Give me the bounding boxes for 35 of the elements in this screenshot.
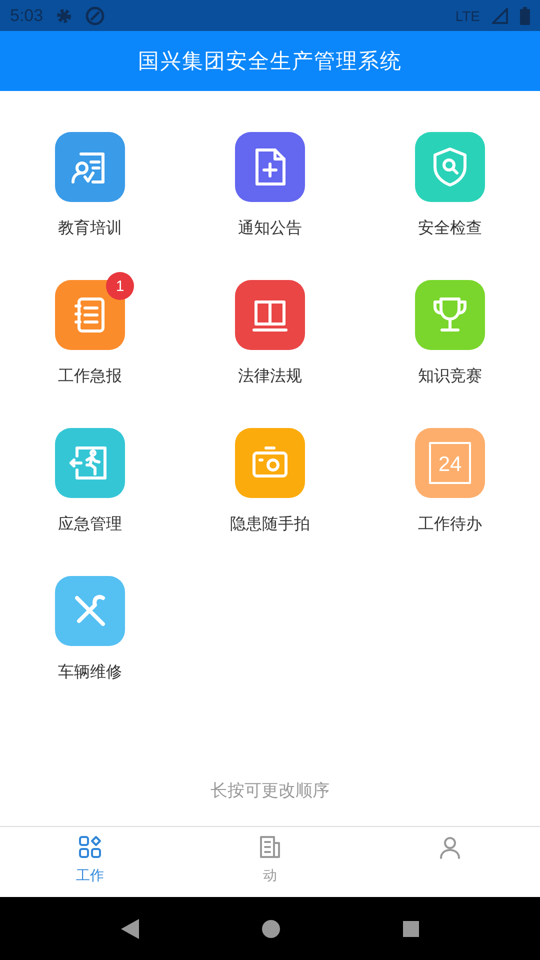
- notification-badge: 1: [106, 272, 134, 300]
- app-tile[interactable]: [235, 132, 305, 202]
- signal-icon: [492, 8, 508, 24]
- app-label: 法律法规: [238, 365, 302, 387]
- app-label: 车辆维修: [58, 661, 122, 683]
- app-tile[interactable]: [55, 280, 125, 350]
- app-tile[interactable]: [235, 280, 305, 350]
- document-icon: [258, 835, 282, 859]
- app-label: 通知公告: [238, 217, 302, 239]
- app-label: 知识竞赛: [418, 365, 482, 387]
- app-tile[interactable]: [55, 428, 125, 498]
- app-tile[interactable]: [55, 132, 125, 202]
- person-icon: [438, 835, 462, 859]
- app-label: 工作待办: [418, 513, 482, 535]
- app-tile[interactable]: [415, 132, 485, 202]
- status-time: 5:03: [10, 6, 44, 26]
- app-label: 教育培训: [58, 217, 122, 239]
- app-tile[interactable]: 24: [415, 428, 485, 498]
- reorder-hint: 长按可更改顺序: [210, 780, 330, 802]
- app-tile[interactable]: [55, 576, 125, 646]
- app-title: 国兴集团安全生产管理系统: [138, 48, 402, 75]
- app-label: 工作急报: [58, 365, 122, 387]
- apps-grid-icon: [78, 835, 102, 859]
- app-tile[interactable]: [415, 280, 485, 350]
- settings-icon: [55, 6, 74, 24]
- battery-icon: [520, 6, 530, 24]
- app-tile[interactable]: [235, 428, 305, 498]
- app-label: 应急管理: [58, 513, 122, 535]
- data-saver-icon: [85, 6, 106, 26]
- app-label: 隐患随手拍: [230, 513, 310, 535]
- recents-icon[interactable]: [402, 920, 420, 938]
- home-icon[interactable]: [260, 918, 281, 938]
- app-label: 安全检查: [418, 217, 482, 239]
- back-icon[interactable]: [120, 918, 140, 940]
- network-type: LTE: [455, 8, 480, 24]
